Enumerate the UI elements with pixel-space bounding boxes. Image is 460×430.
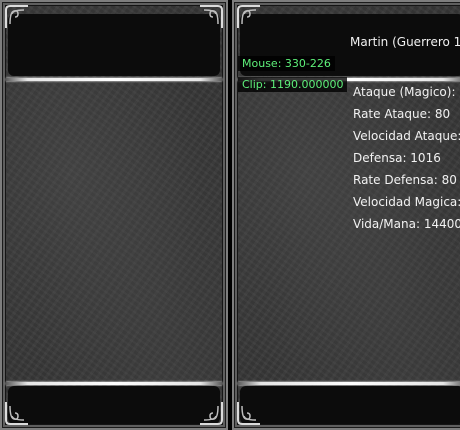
right-bottom-divider — [238, 382, 460, 385]
ornate-corner-icon — [200, 5, 223, 28]
ornate-corner-icon — [5, 5, 28, 28]
debug-clip-readout: Clip: 1190.000000 — [238, 77, 348, 92]
character-stats-list: Ataque (Magico): 1 Rate Ataque: 80 Veloc… — [353, 84, 460, 238]
stat-velocidad-ataque: Velocidad Ataque: — [353, 129, 460, 143]
left-top-divider — [6, 78, 222, 81]
stat-ataque-magico: Ataque (Magico): 1 — [353, 85, 460, 99]
stat-rate-defensa: Rate Defensa: 80 — [353, 173, 457, 187]
stat-velocidad-magica: Velocidad Magica: — [353, 195, 460, 209]
character-name: Martin (Guerrero 1) — [350, 35, 460, 49]
stat-defensa: Defensa: 1016 — [353, 151, 441, 165]
left-panel-header — [8, 14, 220, 76]
right-panel-footer — [240, 386, 460, 424]
left-panel — [0, 0, 228, 430]
ornate-corner-icon — [237, 5, 260, 28]
ornate-corner-icon — [200, 402, 223, 425]
stat-rate-ataque: Rate Ataque: 80 — [353, 107, 451, 121]
stat-vida-mana: Vida/Mana: 14400/ — [353, 217, 460, 231]
left-panel-footer — [8, 386, 220, 424]
debug-mouse-readout: Mouse: 330-226 — [238, 56, 335, 71]
ornate-corner-icon — [5, 402, 28, 425]
left-bottom-divider — [6, 382, 222, 385]
ornate-corner-icon — [237, 402, 260, 425]
